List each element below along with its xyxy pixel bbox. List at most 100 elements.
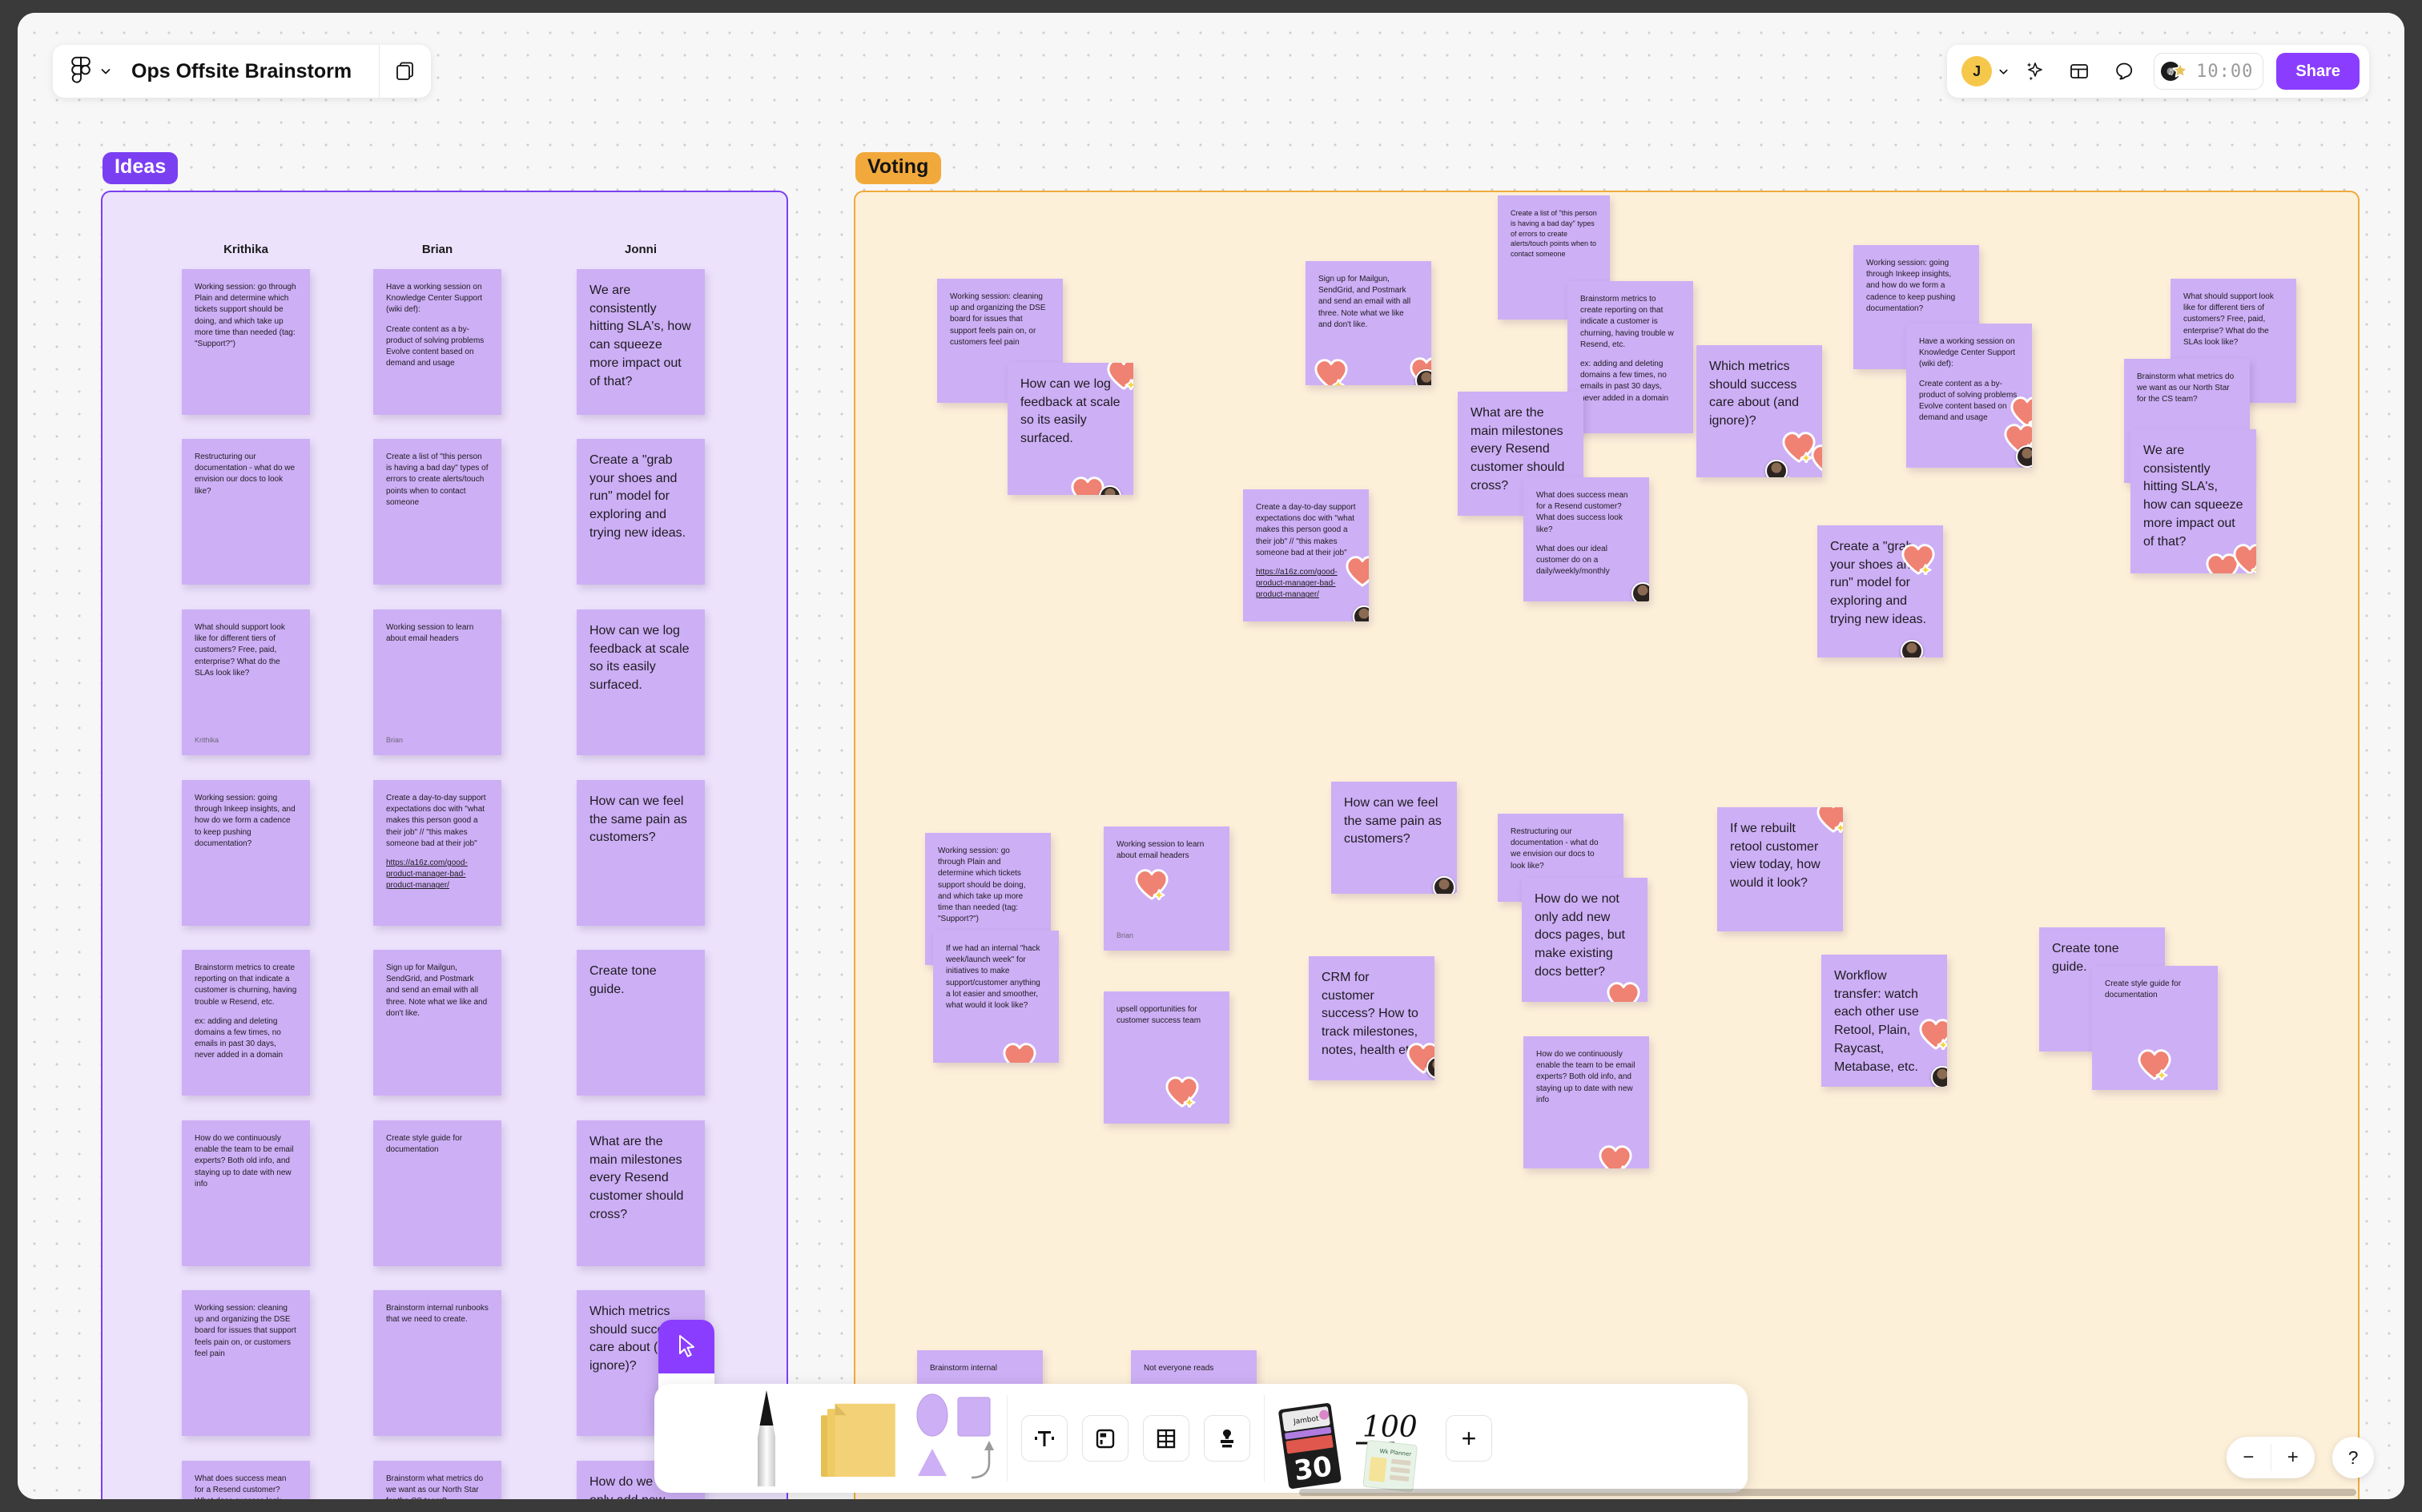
ai-actions-button[interactable] [2014, 51, 2054, 91]
sticky-note[interactable]: Which metrics should success care about … [1696, 345, 1822, 477]
sticky-note[interactable]: Working session: go through Plain and de… [182, 269, 310, 415]
svg-text:30: 30 [1292, 1450, 1334, 1487]
sticky-note[interactable]: What are the main milestones every Resen… [577, 1120, 705, 1266]
text-tool[interactable] [1021, 1415, 1068, 1462]
horizontal-scrollbar[interactable] [1299, 1489, 2356, 1496]
sticky-note[interactable]: Working session to learn about email hea… [1104, 826, 1229, 951]
bottom-toolbar: Jambot 30 100 Wk Planner + [654, 1384, 1748, 1493]
sticky-note[interactable]: upsell opportunities for customer succes… [1104, 991, 1229, 1124]
sticky-note[interactable]: Create style guide for documentation [2092, 966, 2218, 1090]
pages-button[interactable] [380, 45, 431, 98]
timer-widget[interactable]: ♫ 10:00 [2154, 53, 2264, 90]
note-text: What are the main milestones every Resen… [589, 1135, 684, 1221]
sticky-note[interactable]: If we rebuilt retool customer view today… [1717, 807, 1843, 931]
page-title[interactable]: Ops Offsite Brainstorm [120, 60, 379, 83]
note-author: Brian [386, 736, 404, 745]
sticky-note[interactable]: How can we feel the same pain as custome… [577, 780, 705, 926]
sticky-note[interactable]: How do we continuously enable the team t… [182, 1120, 310, 1266]
sticky-note[interactable]: How do we not only add new docs pages, b… [1522, 878, 1648, 1002]
zoom-out-button[interactable]: − [2227, 1446, 2271, 1469]
figjam-window: Ideas Krithika Brian Jonni Working sessi… [18, 13, 2404, 1499]
note-link[interactable]: https://a16z.com/good-product-manager-ba… [1256, 567, 1356, 601]
sticky-note[interactable]: Working session to learn about email hea… [373, 609, 501, 755]
note-text-2: ex: adding and deleting domains a few ti… [195, 1016, 284, 1060]
note-text: upsell opportunities for customer succes… [1116, 1005, 1201, 1026]
share-button[interactable]: Share [2276, 53, 2360, 90]
sticky-note[interactable]: Create a day-to-day support expectations… [1243, 489, 1369, 621]
sticky-note[interactable]: Have a working session on Knowledge Cent… [373, 269, 501, 415]
sticky-note[interactable]: How can we feel the same pain as custome… [1331, 782, 1457, 894]
sticky-note[interactable]: What does success mean for a Resend cust… [1523, 477, 1649, 601]
user-avatar-menu[interactable]: J [1961, 56, 2010, 86]
sticky-note[interactable]: What should support look like for differ… [182, 609, 310, 755]
note-text: We are consistently hitting SLA's, how c… [2143, 444, 2243, 549]
sticky-note[interactable]: Create a "grab your shoes and run" model… [577, 439, 705, 585]
sticky-note[interactable]: Brainstorm metrics to create reporting o… [1567, 281, 1693, 433]
sticky-note[interactable]: Create a day-to-day support expectations… [373, 780, 501, 926]
widgets-tool[interactable]: Jambot 30 100 Wk Planner [1276, 1390, 1436, 1493]
sticky-note[interactable]: Brainstorm what metrics do we want as ou… [373, 1461, 501, 1499]
note-text: Not everyone reads [1144, 1364, 1214, 1373]
sticky-note[interactable]: We are consistently hitting SLA's, how c… [577, 269, 705, 415]
stamp-icon [1221, 1430, 1233, 1448]
sticky-note[interactable]: Restructuring our documentation - what d… [182, 439, 310, 585]
sticky-note[interactable]: Create style guide for documentation [373, 1120, 501, 1266]
avatar-sticker [1765, 460, 1792, 477]
note-text: Have a working session on Knowledge Cent… [386, 283, 483, 315]
zoom-in-button[interactable]: + [2271, 1446, 2315, 1469]
note-text: Have a working session on Knowledge Cent… [1919, 337, 2016, 369]
avatar-sticker [1099, 485, 1126, 495]
note-link[interactable]: https://a16z.com/good-product-manager-ba… [386, 858, 489, 892]
sticky-note[interactable]: Create a list of "this person is having … [373, 439, 501, 585]
sticky-note[interactable]: Create tone guide. [577, 950, 705, 1096]
section-label-voting[interactable]: Voting [855, 152, 941, 184]
note-text: Create tone guide. [589, 964, 657, 996]
sticky-note[interactable]: Have a working session on Knowledge Cent… [1906, 324, 2032, 468]
sticky-note[interactable]: CRM for customer success? How to track m… [1309, 956, 1434, 1080]
sticky-note[interactable]: Working session: cleaning up and organiz… [182, 1290, 310, 1436]
sticky-note[interactable]: What does success mean for a Resend cust… [182, 1461, 310, 1499]
figma-menu-button[interactable] [53, 56, 120, 86]
sticky-note[interactable]: Sign up for Mailgun, SendGrid, and Postm… [1306, 261, 1431, 385]
shapes-connector-tool[interactable] [911, 1391, 1007, 1486]
avatar-sticker [1901, 640, 1928, 657]
sticky-note[interactable]: Workflow transfer: watch each other use … [1821, 955, 1947, 1087]
note-text: Working session: cleaning up and organiz… [950, 292, 1046, 347]
note-text: Create a list of "this person is having … [386, 452, 489, 507]
sticky-note[interactable]: How can we log feedback at scale so its … [577, 609, 705, 755]
note-text: Working session to learn about email hea… [386, 623, 474, 644]
stamp-tool[interactable] [1204, 1415, 1250, 1462]
add-more-button[interactable]: + [1446, 1415, 1492, 1462]
sticky-note[interactable]: Create a "grab your shoes and run" model… [1817, 525, 1943, 657]
sticky-note[interactable]: Working session: going through Inkeep in… [182, 780, 310, 926]
help-button[interactable]: ? [2332, 1437, 2374, 1478]
sticky-note[interactable]: Sign up for Mailgun, SendGrid, and Postm… [373, 950, 501, 1096]
column-header-krithika: Krithika [223, 243, 268, 256]
pen-tool[interactable] [718, 1388, 815, 1489]
sticky-note[interactable]: Brainstorm metrics to create reporting o… [182, 950, 310, 1096]
note-text: Working session: cleaning up and organiz… [195, 1304, 296, 1358]
sticky-note[interactable]: How can we log feedback at scale so its … [1008, 363, 1133, 495]
section-label-ideas[interactable]: Ideas [103, 152, 179, 184]
cursor-arrow-tool[interactable] [658, 1320, 714, 1373]
sticky-note-tool[interactable] [815, 1390, 911, 1486]
cursor-arrow-icon [679, 1334, 694, 1357]
sticky-note[interactable]: Brainstorm internal runbooks that we nee… [373, 1290, 501, 1436]
sticky-note[interactable]: If we had an internal "hack week/launch … [933, 931, 1059, 1063]
note-text-2: ex: adding and deleting domains a few ti… [1580, 359, 1669, 403]
sticky-note[interactable]: How do we continuously enable the team t… [1523, 1036, 1649, 1168]
section-tool[interactable] [1082, 1415, 1129, 1462]
table-tool[interactable] [1143, 1415, 1189, 1462]
note-text: Create a day-to-day support expectations… [1256, 503, 1356, 557]
sticky-note[interactable]: We are consistently hitting SLA's, how c… [2130, 429, 2256, 573]
note-text: How can we feel the same pain as custome… [1344, 796, 1442, 846]
template-panel-button[interactable] [2059, 51, 2099, 91]
svg-text:100: 100 [1362, 1411, 1418, 1444]
topbar-right: J ♫ 10:00 Share [1947, 45, 2369, 98]
text-icon [1035, 1431, 1054, 1446]
note-text-2: Create content as a by-product of solvin… [1919, 379, 2018, 423]
note-text: Create style guide for documentation [2105, 979, 2182, 1000]
note-text: Sign up for Mailgun, SendGrid, and Postm… [1318, 275, 1411, 329]
section-icon [1096, 1429, 1115, 1449]
comment-button[interactable] [2104, 51, 2144, 91]
